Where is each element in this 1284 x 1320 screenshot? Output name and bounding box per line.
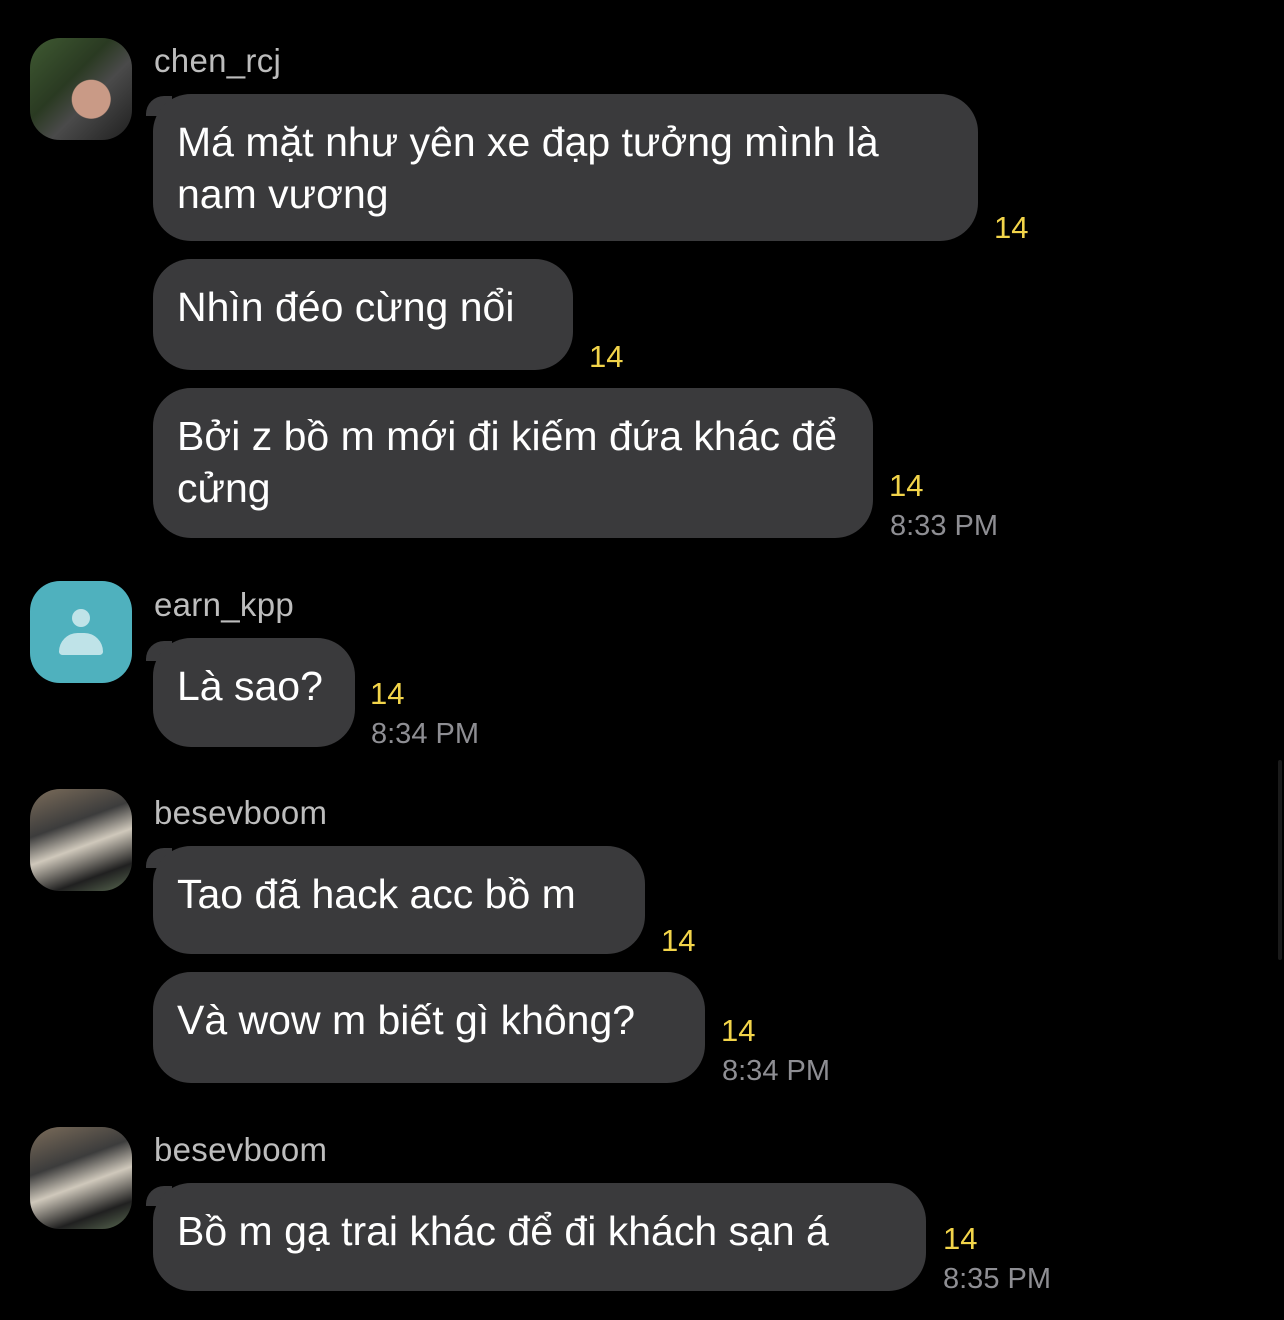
message-time: 8:34 PM	[371, 718, 479, 750]
message-bubble[interactable]: Bồ m gạ trai khác để đi khách sạn á	[153, 1183, 926, 1291]
message-bubble[interactable]: Bởi z bồ m mới đi kiếm đứa khác để cửng	[153, 388, 873, 538]
message-bubble[interactable]: Và wow m biết gì không?	[153, 972, 705, 1083]
sender-name[interactable]: chen_rcj	[154, 42, 281, 80]
avatar-besevboom[interactable]	[30, 789, 132, 891]
message-count: 14	[889, 468, 924, 503]
message-time: 8:34 PM	[722, 1055, 830, 1087]
sender-name[interactable]: besevboom	[154, 1131, 327, 1169]
scrollbar[interactable]	[1278, 760, 1282, 960]
message-bubble[interactable]: Nhìn đéo cừng nổi	[153, 259, 573, 370]
message-count: 14	[994, 210, 1029, 245]
person-placeholder-icon	[59, 609, 103, 655]
message-count: 14	[370, 676, 405, 711]
avatar-earn-kpp[interactable]	[30, 581, 132, 683]
avatar-besevboom[interactable]	[30, 1127, 132, 1229]
chat-thread: chen_rcj Má mặt như yên xe đạp tưởng mìn…	[0, 0, 1284, 1320]
message-time: 8:35 PM	[943, 1263, 1051, 1295]
message-bubble[interactable]: Má mặt như yên xe đạp tưởng mình là nam …	[153, 94, 978, 241]
message-bubble[interactable]: Là sao?	[153, 638, 355, 747]
message-count: 14	[943, 1221, 978, 1256]
sender-name[interactable]: earn_kpp	[154, 586, 294, 624]
message-bubble[interactable]: Tao đã hack acc bồ m	[153, 846, 645, 954]
message-count: 14	[661, 923, 696, 958]
message-time: 8:33 PM	[890, 510, 998, 542]
message-count: 14	[721, 1013, 756, 1048]
sender-name[interactable]: besevboom	[154, 794, 327, 832]
avatar-chen-rcj[interactable]	[30, 38, 132, 140]
message-count: 14	[589, 339, 624, 374]
